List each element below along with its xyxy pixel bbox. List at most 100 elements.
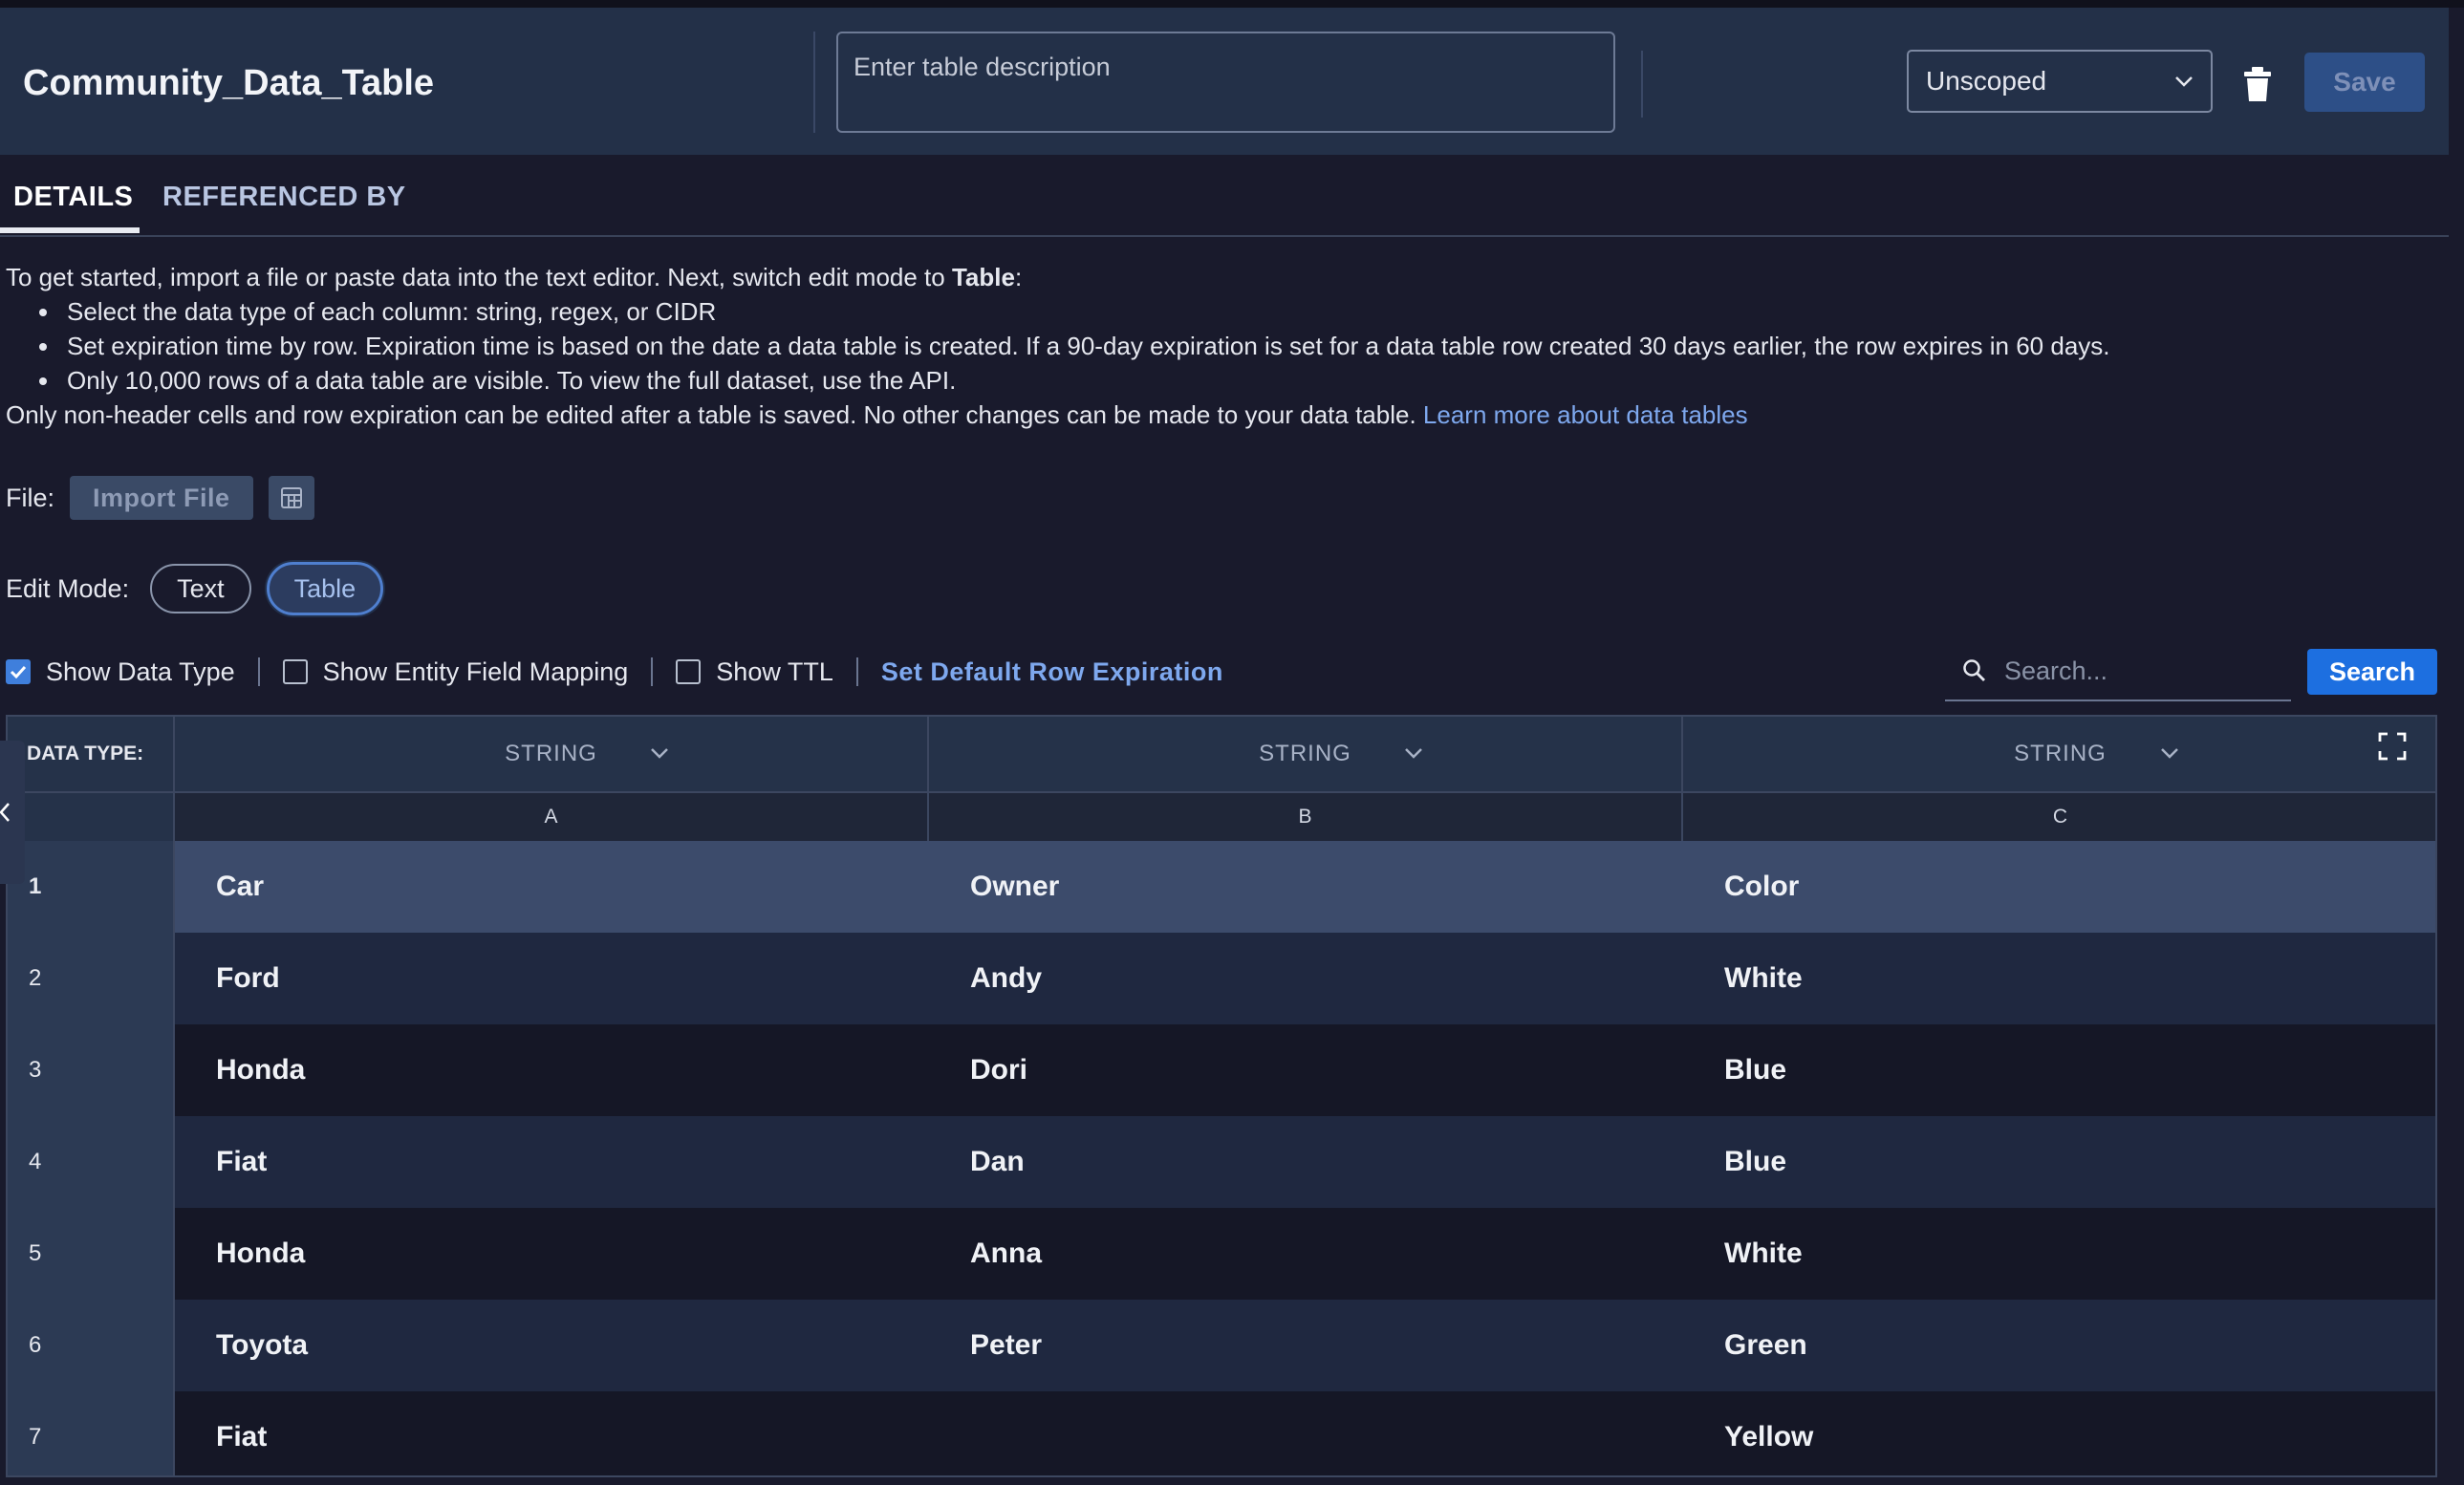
show-ttl-checkbox[interactable]	[676, 659, 702, 684]
table-cell[interactable]: Color	[1683, 841, 2435, 933]
table-cell[interactable]: Peter	[929, 1300, 1683, 1391]
data-type-row: DATA TYPE: STRING STRING STRING	[8, 717, 2435, 791]
table-description-input[interactable]: Enter table description	[836, 32, 1615, 133]
fullscreen-icon[interactable]	[2378, 732, 2407, 761]
row-number: 3	[8, 1024, 175, 1116]
table-cell[interactable]: White	[1683, 1208, 2435, 1300]
column-letter-c: C	[1683, 793, 2435, 841]
file-row: File: Import File	[6, 476, 314, 520]
data-type-label: DATA TYPE:	[8, 717, 175, 791]
table-cell[interactable]: Dori	[929, 1024, 1683, 1116]
intro-footer-text: Only non-header cells and row expiration…	[6, 400, 1423, 429]
table-header-bar: Community_Data_Table Enter table descrip…	[0, 8, 2449, 155]
chevron-down-icon	[1405, 748, 1422, 759]
table-cell[interactable]: Blue	[1683, 1024, 2435, 1116]
search-placeholder: Search...	[2004, 656, 2108, 685]
option-divider	[651, 657, 654, 686]
trash-icon[interactable]	[2241, 65, 2274, 103]
table-cell[interactable]: Honda	[175, 1208, 929, 1300]
tab-bar: DETAILS REFERENCED BY	[0, 155, 2449, 237]
scope-select-value: Unscoped	[1926, 66, 2047, 96]
table-cell[interactable]: Ford	[175, 933, 929, 1024]
table-cell[interactable]: Anna	[929, 1208, 1683, 1300]
show-entity-field-mapping-checkbox[interactable]	[282, 659, 308, 684]
option-divider	[855, 657, 858, 686]
option-divider	[257, 657, 260, 686]
show-entity-field-mapping-label[interactable]: Show Entity Field Mapping	[323, 657, 629, 687]
data-table-grid: DATA TYPE: STRING STRING STRING A B C 1 …	[6, 715, 2437, 1477]
table-row[interactable]: 5 Honda Anna White	[8, 1208, 2435, 1300]
table-row[interactable]: 7 Fiat Yellow	[8, 1391, 2435, 1475]
edit-mode-text-button[interactable]: Text	[150, 564, 251, 613]
row-number: 2	[8, 933, 175, 1024]
table-grid-icon	[280, 487, 302, 508]
intro-instructions: To get started, import a file or paste d…	[6, 260, 2395, 432]
search-input[interactable]: Search...	[1945, 642, 2291, 701]
chevron-down-icon	[651, 748, 668, 759]
edit-mode-row: Edit Mode: Text Table	[6, 562, 384, 615]
file-label: File:	[6, 483, 55, 512]
show-data-type-checkbox[interactable]	[6, 659, 31, 684]
header-divider	[1641, 51, 1643, 118]
show-data-type-label[interactable]: Show Data Type	[46, 657, 235, 687]
intro-bullet: Only 10,000 rows of a data table are vis…	[61, 363, 2395, 398]
row-number: 5	[8, 1208, 175, 1300]
intro-footer: Only non-header cells and row expiration…	[6, 398, 2395, 432]
table-cell[interactable]: Fiat	[175, 1116, 929, 1208]
intro-lead-bold: Table	[951, 263, 1015, 291]
column-type-value: STRING	[1259, 741, 1351, 766]
table-cell[interactable]: Fiat	[175, 1391, 929, 1475]
table-row[interactable]: 3 Honda Dori Blue	[8, 1024, 2435, 1116]
window-top-strip	[0, 0, 2464, 8]
column-type-select-a[interactable]: STRING	[175, 717, 929, 791]
column-type-value: STRING	[2014, 741, 2107, 766]
checkmark-icon	[10, 665, 27, 678]
corner-cell	[8, 793, 175, 841]
column-type-value: STRING	[505, 741, 597, 766]
learn-more-link[interactable]: Learn more about data tables	[1423, 400, 1748, 429]
tab-referenced-by[interactable]: REFERENCED BY	[162, 182, 406, 213]
table-title: Community_Data_Table	[23, 63, 435, 103]
intro-lead-text: To get started, import a file or paste d…	[6, 263, 952, 291]
column-type-select-b[interactable]: STRING	[929, 717, 1683, 791]
active-tab-indicator	[0, 227, 140, 233]
column-letter-a: A	[175, 793, 929, 841]
table-row[interactable]: 4 Fiat Dan Blue	[8, 1116, 2435, 1208]
column-letter-b: B	[929, 793, 1683, 841]
grid-import-button[interactable]	[268, 476, 314, 520]
table-cell[interactable]: White	[1683, 933, 2435, 1024]
chevron-left-icon	[0, 803, 10, 822]
show-ttl-label[interactable]: Show TTL	[716, 657, 833, 687]
scope-select[interactable]: Unscoped	[1907, 50, 2213, 113]
table-row[interactable]: 1 Car Owner Color	[8, 841, 2435, 933]
set-default-row-expiration-link[interactable]: Set Default Row Expiration	[881, 657, 1223, 687]
table-cell[interactable]: Andy	[929, 933, 1683, 1024]
intro-lead: To get started, import a file or paste d…	[6, 260, 2395, 294]
table-row[interactable]: 6 Toyota Peter Green	[8, 1300, 2435, 1391]
collapse-panel-handle[interactable]	[0, 741, 25, 884]
table-cell[interactable]	[929, 1391, 1683, 1475]
row-number: 7	[8, 1391, 175, 1475]
chevron-down-icon	[2175, 76, 2193, 87]
save-button[interactable]: Save	[2304, 53, 2425, 112]
intro-bullets: Select the data type of each column: str…	[6, 294, 2395, 398]
chevron-down-icon	[2161, 748, 2178, 759]
table-cell[interactable]: Toyota	[175, 1300, 929, 1391]
table-cell[interactable]: Owner	[929, 841, 1683, 933]
intro-bullet: Set expiration time by row. Expiration t…	[61, 329, 2395, 363]
table-cell[interactable]: Honda	[175, 1024, 929, 1116]
search-icon	[1963, 659, 1985, 681]
row-number: 1	[8, 841, 175, 933]
edit-mode-table-button[interactable]: Table	[266, 562, 384, 615]
table-options-row: Show Data Type Show Entity Field Mapping…	[6, 650, 1223, 694]
search-button[interactable]: Search	[2307, 649, 2437, 695]
table-cell[interactable]: Car	[175, 841, 929, 933]
tab-details[interactable]: DETAILS	[13, 182, 133, 213]
column-type-select-c[interactable]: STRING	[1683, 717, 2435, 791]
table-row[interactable]: 2 Ford Andy White	[8, 933, 2435, 1024]
table-cell[interactable]: Green	[1683, 1300, 2435, 1391]
table-cell[interactable]: Dan	[929, 1116, 1683, 1208]
table-cell[interactable]: Yellow	[1683, 1391, 2435, 1475]
table-cell[interactable]: Blue	[1683, 1116, 2435, 1208]
import-file-button[interactable]: Import File	[70, 476, 253, 520]
